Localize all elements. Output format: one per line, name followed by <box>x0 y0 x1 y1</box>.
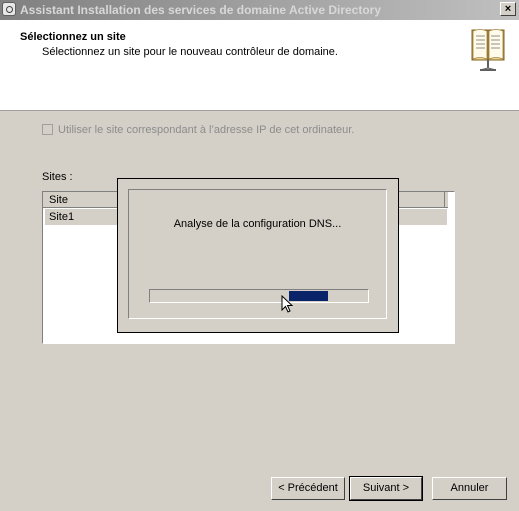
progress-dialog: Analyse de la configuration DNS... <box>117 178 399 333</box>
wizard-header: Sélectionnez un site Sélectionnez un sit… <box>0 20 519 111</box>
column-header-label: Site <box>49 194 68 206</box>
ip-site-checkbox[interactable] <box>42 124 53 135</box>
progress-message: Analyse de la configuration DNS... <box>173 218 342 230</box>
page-subtitle: Sélectionnez un site pour le nouveau con… <box>42 46 338 58</box>
progress-bar <box>149 289 369 303</box>
book-icon <box>471 29 505 71</box>
column-divider[interactable] <box>444 192 448 208</box>
site-name: Site1 <box>49 211 75 223</box>
progress-panel: Analyse de la configuration DNS... <box>128 189 387 319</box>
app-icon <box>2 2 16 16</box>
window-title: Assistant Installation des services de d… <box>20 3 382 17</box>
page-title: Sélectionnez un site <box>20 31 126 43</box>
back-button[interactable]: < Précédent <box>271 477 345 500</box>
ip-site-checkbox-label: Utiliser le site correspondant à l’adres… <box>58 124 355 136</box>
cancel-button[interactable]: Annuler <box>432 477 507 500</box>
sites-label: Sites : <box>42 171 73 183</box>
next-button[interactable]: Suivant > <box>349 476 423 501</box>
mouse-cursor-icon <box>281 295 294 313</box>
close-button[interactable]: × <box>500 2 516 16</box>
title-bar: Assistant Installation des services de d… <box>0 0 519 20</box>
ip-site-option: Utiliser le site correspondant à l’adres… <box>42 124 354 136</box>
